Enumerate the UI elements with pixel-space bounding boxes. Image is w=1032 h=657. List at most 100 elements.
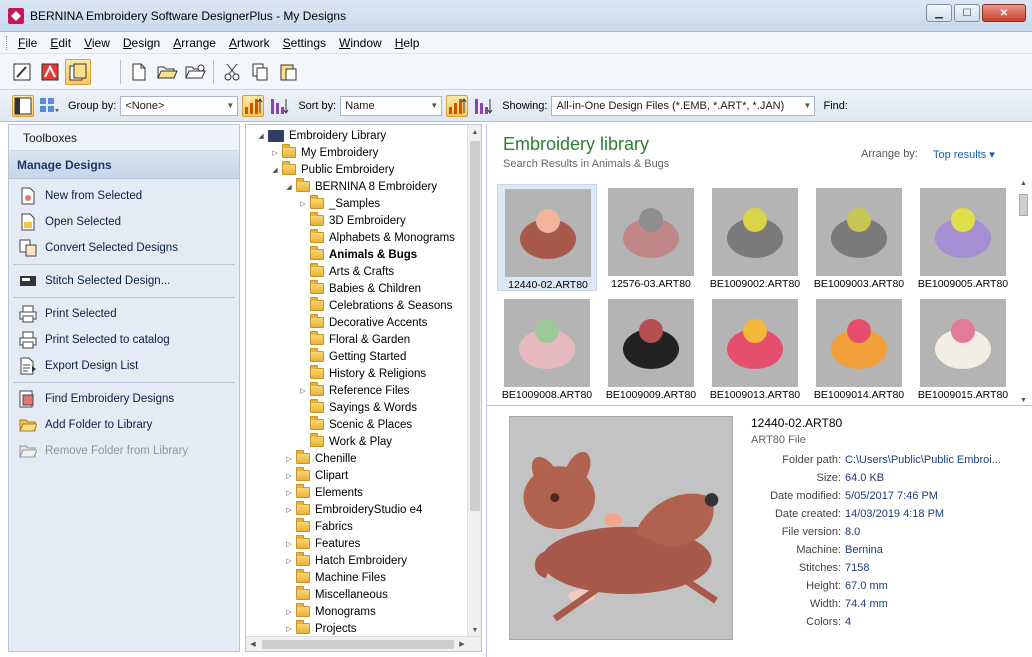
- add-folder-to-library-button[interactable]: Add Folder to Library: [9, 412, 239, 438]
- tree-node[interactable]: Babies & Children: [298, 280, 421, 297]
- design-thumbnail[interactable]: BE1009013.ART80: [705, 295, 805, 402]
- collapse-arrow-icon[interactable]: ◢: [270, 165, 280, 175]
- scroll-up-icon[interactable]: ▲: [1017, 180, 1030, 187]
- copy-icon[interactable]: [247, 59, 273, 85]
- sort-descending-icon[interactable]: [268, 95, 290, 117]
- tree-node[interactable]: Sayings & Words: [298, 399, 417, 416]
- design-thumbnail[interactable]: BE1009003.ART80: [809, 184, 909, 291]
- toolboxes-header[interactable]: Toolboxes: [9, 125, 239, 151]
- export-design-list-button[interactable]: Export Design List: [9, 353, 239, 379]
- scrollbar-thumb[interactable]: [1019, 194, 1028, 216]
- arrange-by-dropdown[interactable]: Top results ▾: [933, 148, 995, 161]
- tree-node[interactable]: ◢ Embroidery Library: [256, 127, 386, 144]
- tree-node[interactable]: ▷ Monograms: [284, 603, 376, 620]
- tree-node[interactable]: Getting Started: [298, 348, 406, 365]
- menu-window[interactable]: Window: [339, 36, 382, 50]
- grid-vertical-scrollbar[interactable]: ▲ ▼: [1017, 180, 1030, 404]
- open-folder-icon[interactable]: [154, 59, 180, 85]
- collapse-arrow-icon[interactable]: ◢: [256, 131, 266, 141]
- tree-node[interactable]: Animals & Bugs: [298, 246, 417, 263]
- sort-by-select[interactable]: Name ▼: [340, 95, 443, 116]
- scroll-up-icon[interactable]: ▲: [468, 125, 481, 139]
- print-selected-button[interactable]: Print Selected: [9, 301, 239, 327]
- tree-node[interactable]: ▷ _Samples: [298, 195, 380, 212]
- expand-arrow-icon[interactable]: ▷: [298, 386, 308, 396]
- sort-order-descending-icon[interactable]: [472, 95, 494, 117]
- design-thumbnail[interactable]: BE1009002.ART80: [705, 184, 805, 291]
- cut-icon[interactable]: [219, 59, 245, 85]
- toggle-toolbox-icon[interactable]: [12, 94, 34, 117]
- tree-node[interactable]: Decorative Accents: [298, 314, 427, 331]
- open-recent-icon[interactable]: [182, 59, 208, 85]
- close-button[interactable]: ✕: [982, 4, 1026, 22]
- expand-arrow-icon[interactable]: ▷: [284, 556, 294, 566]
- design-thumbnail[interactable]: 12440-02.ART80: [497, 184, 597, 291]
- collapse-arrow-icon[interactable]: ◢: [284, 182, 294, 192]
- open-selected-button[interactable]: Open Selected: [9, 209, 239, 235]
- menu-settings[interactable]: Settings: [283, 36, 326, 50]
- design-thumbnail[interactable]: BE1009005.ART80: [913, 184, 1013, 291]
- expand-arrow-icon[interactable]: ▷: [284, 505, 294, 515]
- tree-node[interactable]: Miscellaneous: [284, 586, 388, 603]
- expand-arrow-icon[interactable]: ▷: [284, 471, 294, 481]
- design-thumbnail[interactable]: 12576-03.ART80: [601, 184, 701, 291]
- group-by-select[interactable]: <None> ▼: [120, 95, 239, 116]
- menu-edit[interactable]: Edit: [50, 36, 71, 50]
- tree-node[interactable]: Work & Play: [298, 433, 392, 450]
- tree-node[interactable]: Alphabets & Monograms: [298, 229, 455, 246]
- expand-arrow-icon[interactable]: ▷: [284, 607, 294, 617]
- tree-node[interactable]: 3D Embroidery: [298, 212, 406, 229]
- tree-node[interactable]: ▷ Hatch Embroidery: [284, 552, 407, 569]
- design-thumbnail[interactable]: BE1009008.ART80: [497, 295, 597, 402]
- scroll-left-icon[interactable]: ◀: [246, 637, 260, 651]
- menu-artwork[interactable]: Artwork: [229, 36, 270, 50]
- tree-node[interactable]: History & Religions: [298, 365, 426, 382]
- expand-arrow-icon[interactable]: ▷: [270, 148, 280, 158]
- expand-arrow-icon[interactable]: ▷: [284, 624, 294, 634]
- expand-arrow-icon[interactable]: ▷: [284, 488, 294, 498]
- sort-ascending-icon[interactable]: [242, 94, 265, 117]
- expand-arrow-icon[interactable]: ▷: [298, 199, 308, 209]
- design-thumbnail[interactable]: BE1009015.ART80: [913, 295, 1013, 402]
- tree-node[interactable]: Arts & Crafts: [298, 263, 394, 280]
- expand-arrow-icon[interactable]: ▷: [284, 539, 294, 549]
- scroll-right-icon[interactable]: ▶: [455, 637, 469, 651]
- print-to-catalog-button[interactable]: Print Selected to catalog: [9, 327, 239, 353]
- tree-node[interactable]: ▷ Features: [284, 535, 360, 552]
- tree-node[interactable]: ▷ Chenille: [284, 450, 357, 467]
- stitch-selected-button[interactable]: Stitch Selected Design...: [9, 268, 239, 294]
- menu-help[interactable]: Help: [395, 36, 420, 50]
- tree-node[interactable]: ▷ Clipart: [284, 467, 348, 484]
- tree-node[interactable]: ◢ BERNINA 8 Embroidery: [284, 178, 437, 195]
- tree-node[interactable]: Machine Files: [284, 569, 386, 586]
- paste-icon[interactable]: [275, 59, 301, 85]
- embroidery-canvas-mode-icon[interactable]: [9, 59, 35, 85]
- scroll-down-icon[interactable]: ▼: [1017, 397, 1030, 404]
- menu-arrange[interactable]: Arrange: [173, 36, 216, 50]
- tree-node[interactable]: ◢ Public Embroidery: [270, 161, 394, 178]
- minimize-button[interactable]: ▁: [926, 4, 952, 22]
- find-input[interactable]: [852, 96, 1012, 116]
- tree-node[interactable]: Fabrics: [284, 518, 353, 535]
- find-embroidery-designs-button[interactable]: Find Embroidery Designs: [9, 386, 239, 412]
- bernina-app-icon[interactable]: [8, 8, 24, 24]
- tree-node[interactable]: Floral & Garden: [298, 331, 410, 348]
- tree-vertical-scrollbar[interactable]: ▲ ▼: [467, 125, 481, 637]
- new-file-icon[interactable]: [126, 59, 152, 85]
- design-thumbnail[interactable]: BE1009009.ART80: [601, 295, 701, 402]
- tree-node[interactable]: ▷ EmbroideryStudio e4: [284, 501, 422, 518]
- tree-node[interactable]: Celebrations & Seasons: [298, 297, 452, 314]
- remove-folder-from-library-button[interactable]: Remove Folder from Library: [9, 438, 239, 464]
- scrollbar-thumb[interactable]: [470, 141, 480, 511]
- tree-node[interactable]: ▷ Elements: [284, 484, 363, 501]
- scrollbar-thumb[interactable]: [262, 640, 454, 649]
- expand-arrow-icon[interactable]: ▷: [284, 454, 294, 464]
- scroll-down-icon[interactable]: ▼: [468, 623, 481, 637]
- maximize-button[interactable]: ☐: [954, 4, 980, 22]
- sort-order-ascending-icon[interactable]: [446, 94, 469, 117]
- manage-designs-section[interactable]: Manage Designs: [9, 151, 239, 179]
- menu-design[interactable]: Design: [123, 36, 160, 50]
- tree-node[interactable]: Scenic & Places: [298, 416, 412, 433]
- tree-node[interactable]: ▷ Reference Files: [298, 382, 410, 399]
- view-mode-icon[interactable]: [38, 95, 60, 117]
